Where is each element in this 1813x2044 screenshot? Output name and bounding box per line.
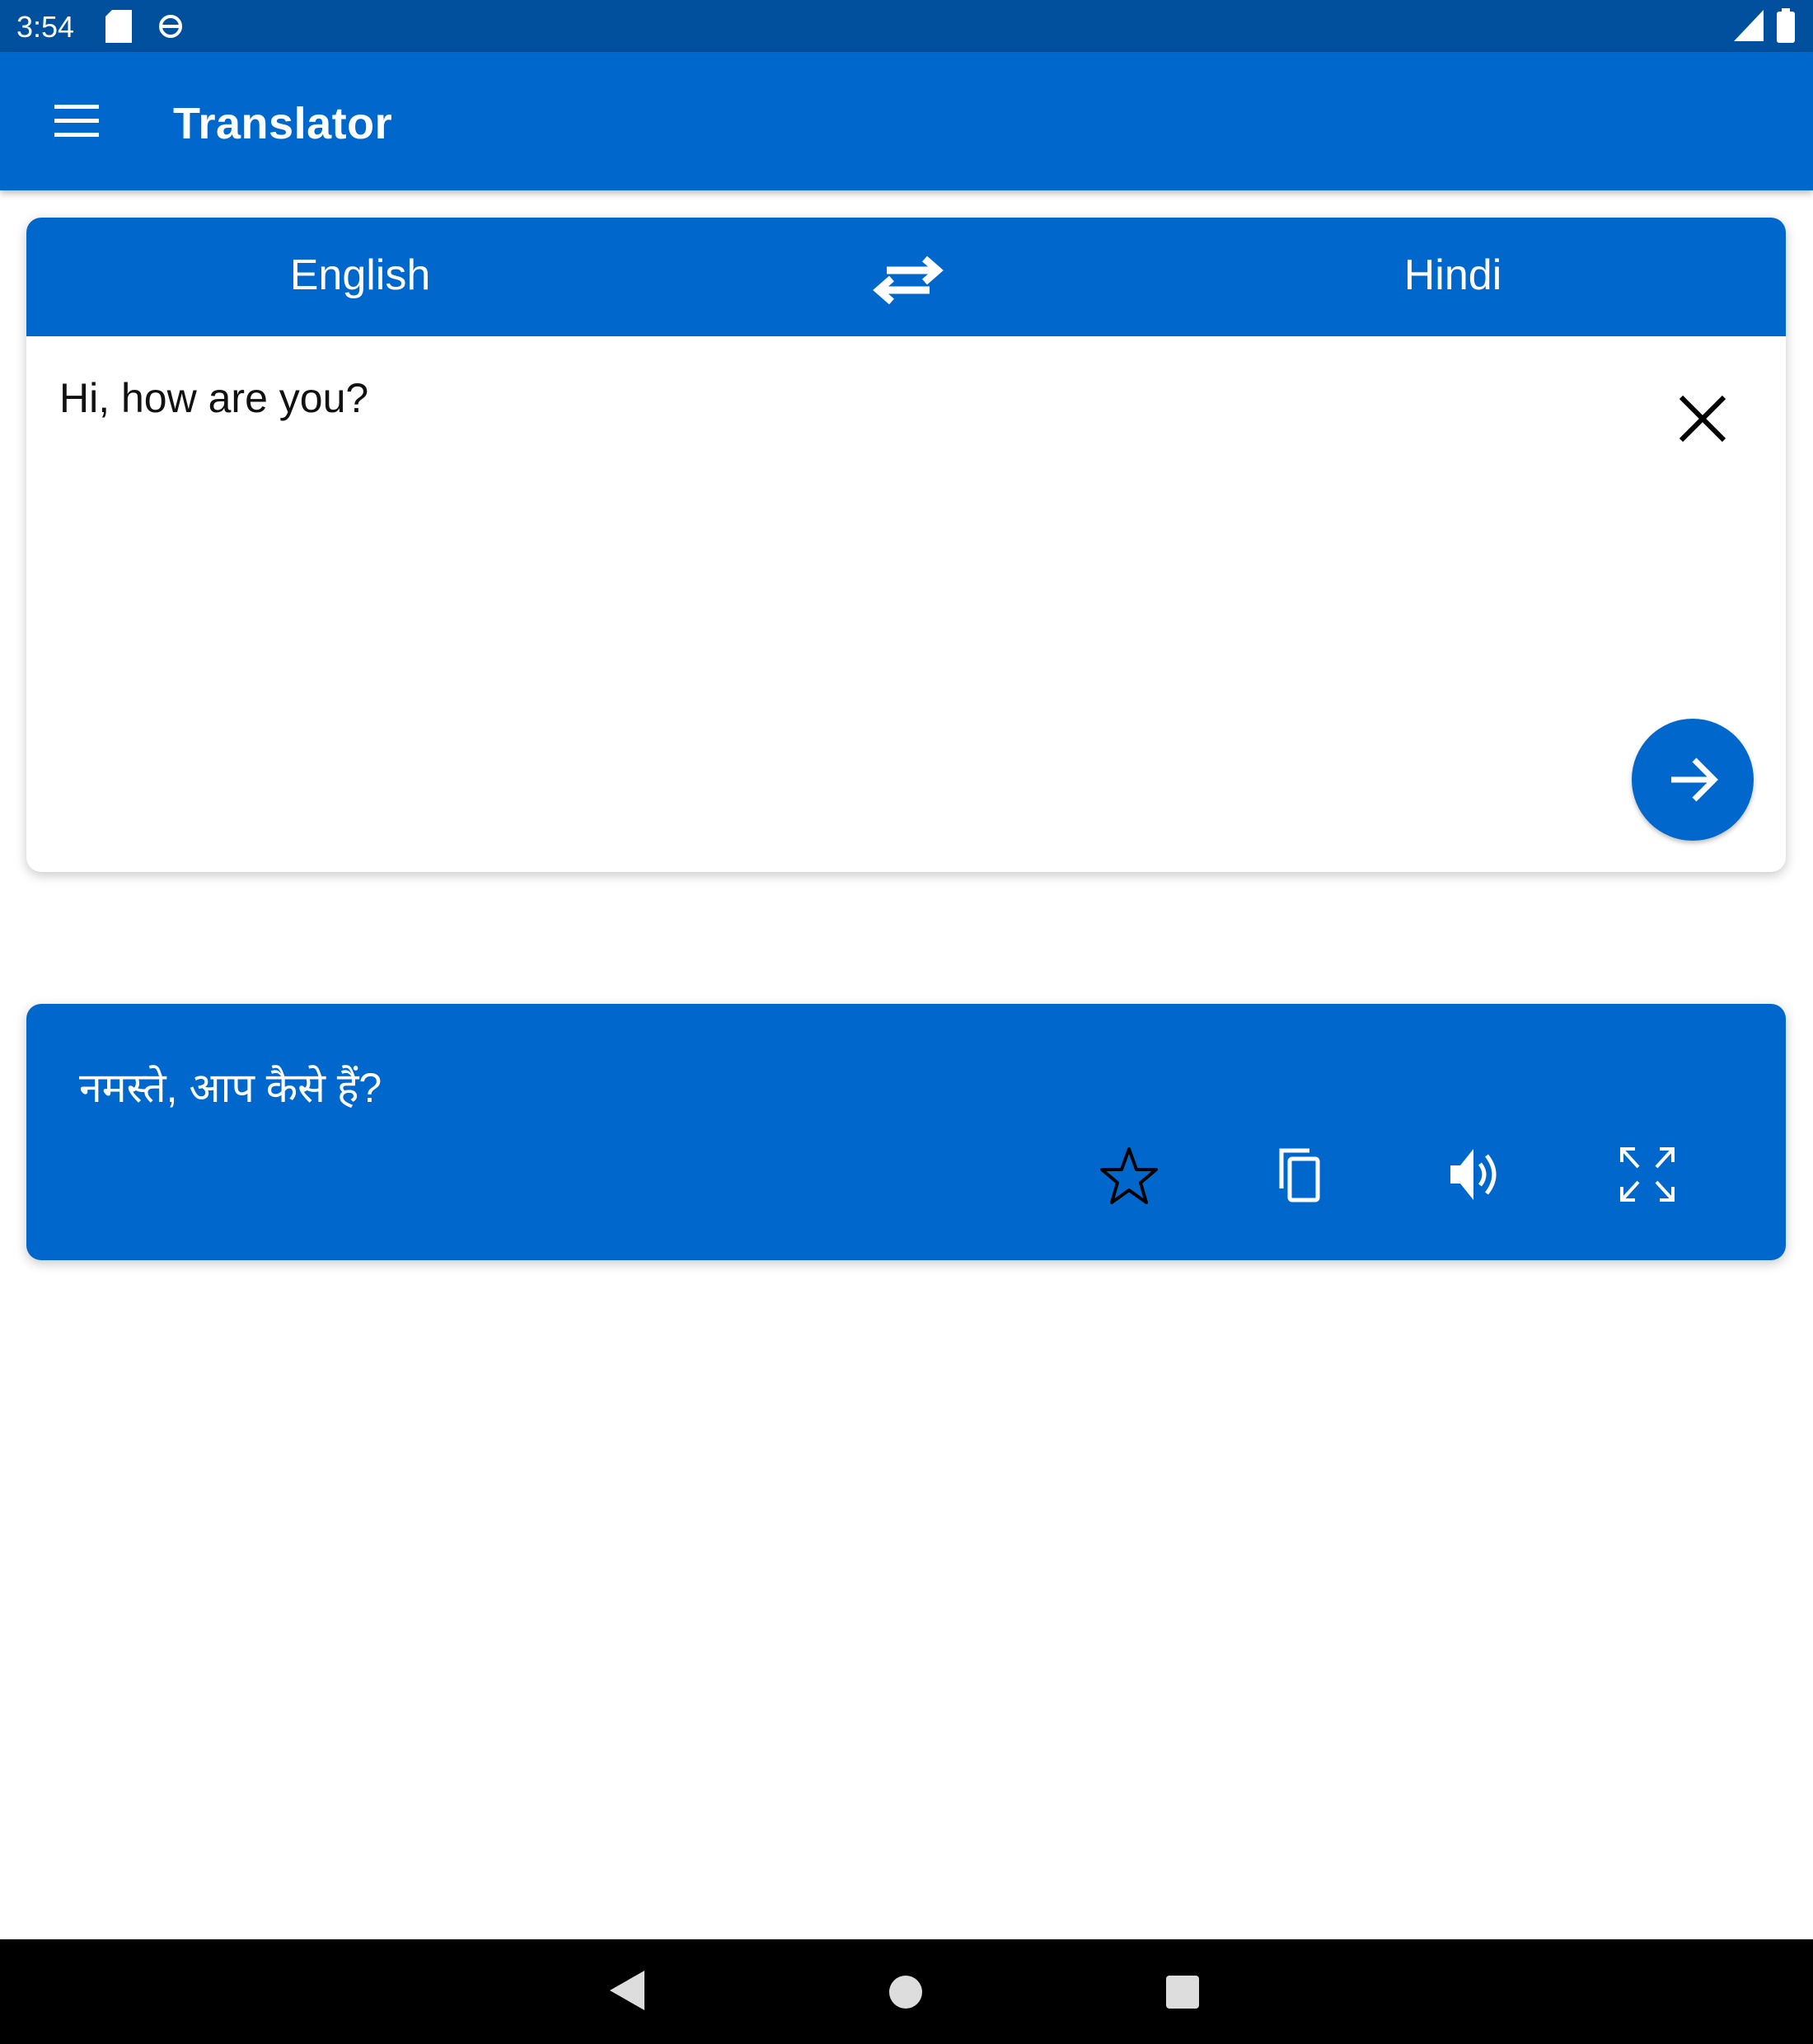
status-bar: 3:54 (0, 0, 1813, 52)
swap-arrows-icon[interactable] (867, 247, 949, 313)
close-icon[interactable] (1675, 391, 1731, 447)
source-text-input[interactable]: Hi, how are you? (59, 374, 368, 422)
target-language-button[interactable]: Hindi (1404, 251, 1502, 300)
translated-text: नमस्ते, आप कैसे हैं? (79, 1065, 382, 1111)
arrow-right-icon (1671, 757, 1718, 802)
battery-icon (1777, 8, 1795, 43)
fullscreen-icon[interactable] (1617, 1144, 1678, 1205)
app-title: Translator (173, 99, 393, 148)
translate-button[interactable] (1632, 719, 1754, 841)
sync-icon (159, 15, 182, 38)
copy-icon[interactable] (1272, 1144, 1333, 1205)
app-bar: Translator (0, 52, 1813, 190)
output-card: नमस्ते, आप कैसे हैं? (26, 1004, 1786, 1260)
hamburger-menu-icon[interactable] (54, 105, 99, 138)
star-icon[interactable] (1099, 1144, 1159, 1205)
input-card: English Hindi Hi, how are you? (26, 218, 1786, 872)
navigation-bar (0, 1939, 1813, 2044)
signal-icon (1734, 10, 1764, 41)
status-time: 3:54 (16, 10, 75, 44)
recents-icon[interactable] (1166, 1976, 1199, 2009)
speaker-icon[interactable] (1444, 1144, 1505, 1205)
sd-card-icon (105, 10, 132, 43)
home-icon[interactable] (889, 1976, 922, 2009)
back-icon[interactable] (610, 1971, 644, 2010)
source-language-button[interactable]: English (290, 251, 431, 300)
language-bar: English Hindi (26, 218, 1786, 336)
